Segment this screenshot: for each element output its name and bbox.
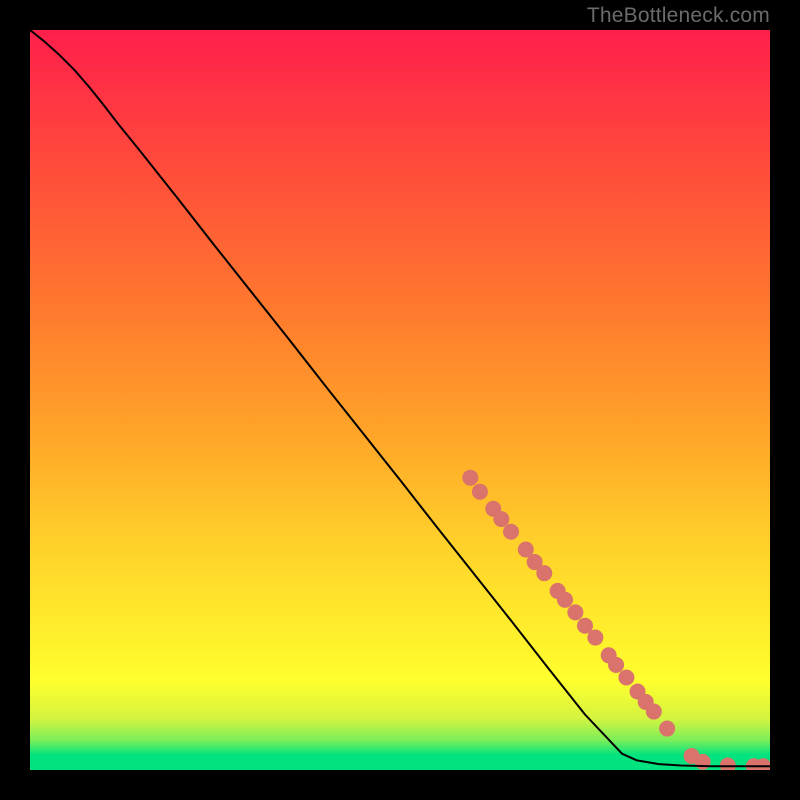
chart-svg <box>30 30 770 770</box>
data-marker <box>646 704 662 720</box>
data-marker <box>659 721 675 737</box>
data-marker <box>503 524 519 540</box>
chart-frame: TheBottleneck.com <box>0 0 800 800</box>
data-marker <box>618 670 634 686</box>
gradient-background <box>30 30 770 770</box>
data-marker <box>587 630 603 646</box>
data-marker <box>567 604 583 620</box>
data-marker <box>695 754 711 770</box>
data-marker <box>608 657 624 673</box>
data-marker <box>536 565 552 581</box>
data-marker <box>493 511 509 527</box>
data-marker <box>472 484 488 500</box>
data-marker <box>557 592 573 608</box>
watermark-label: TheBottleneck.com <box>587 4 770 28</box>
data-marker <box>462 470 478 486</box>
plot-area <box>30 30 770 770</box>
